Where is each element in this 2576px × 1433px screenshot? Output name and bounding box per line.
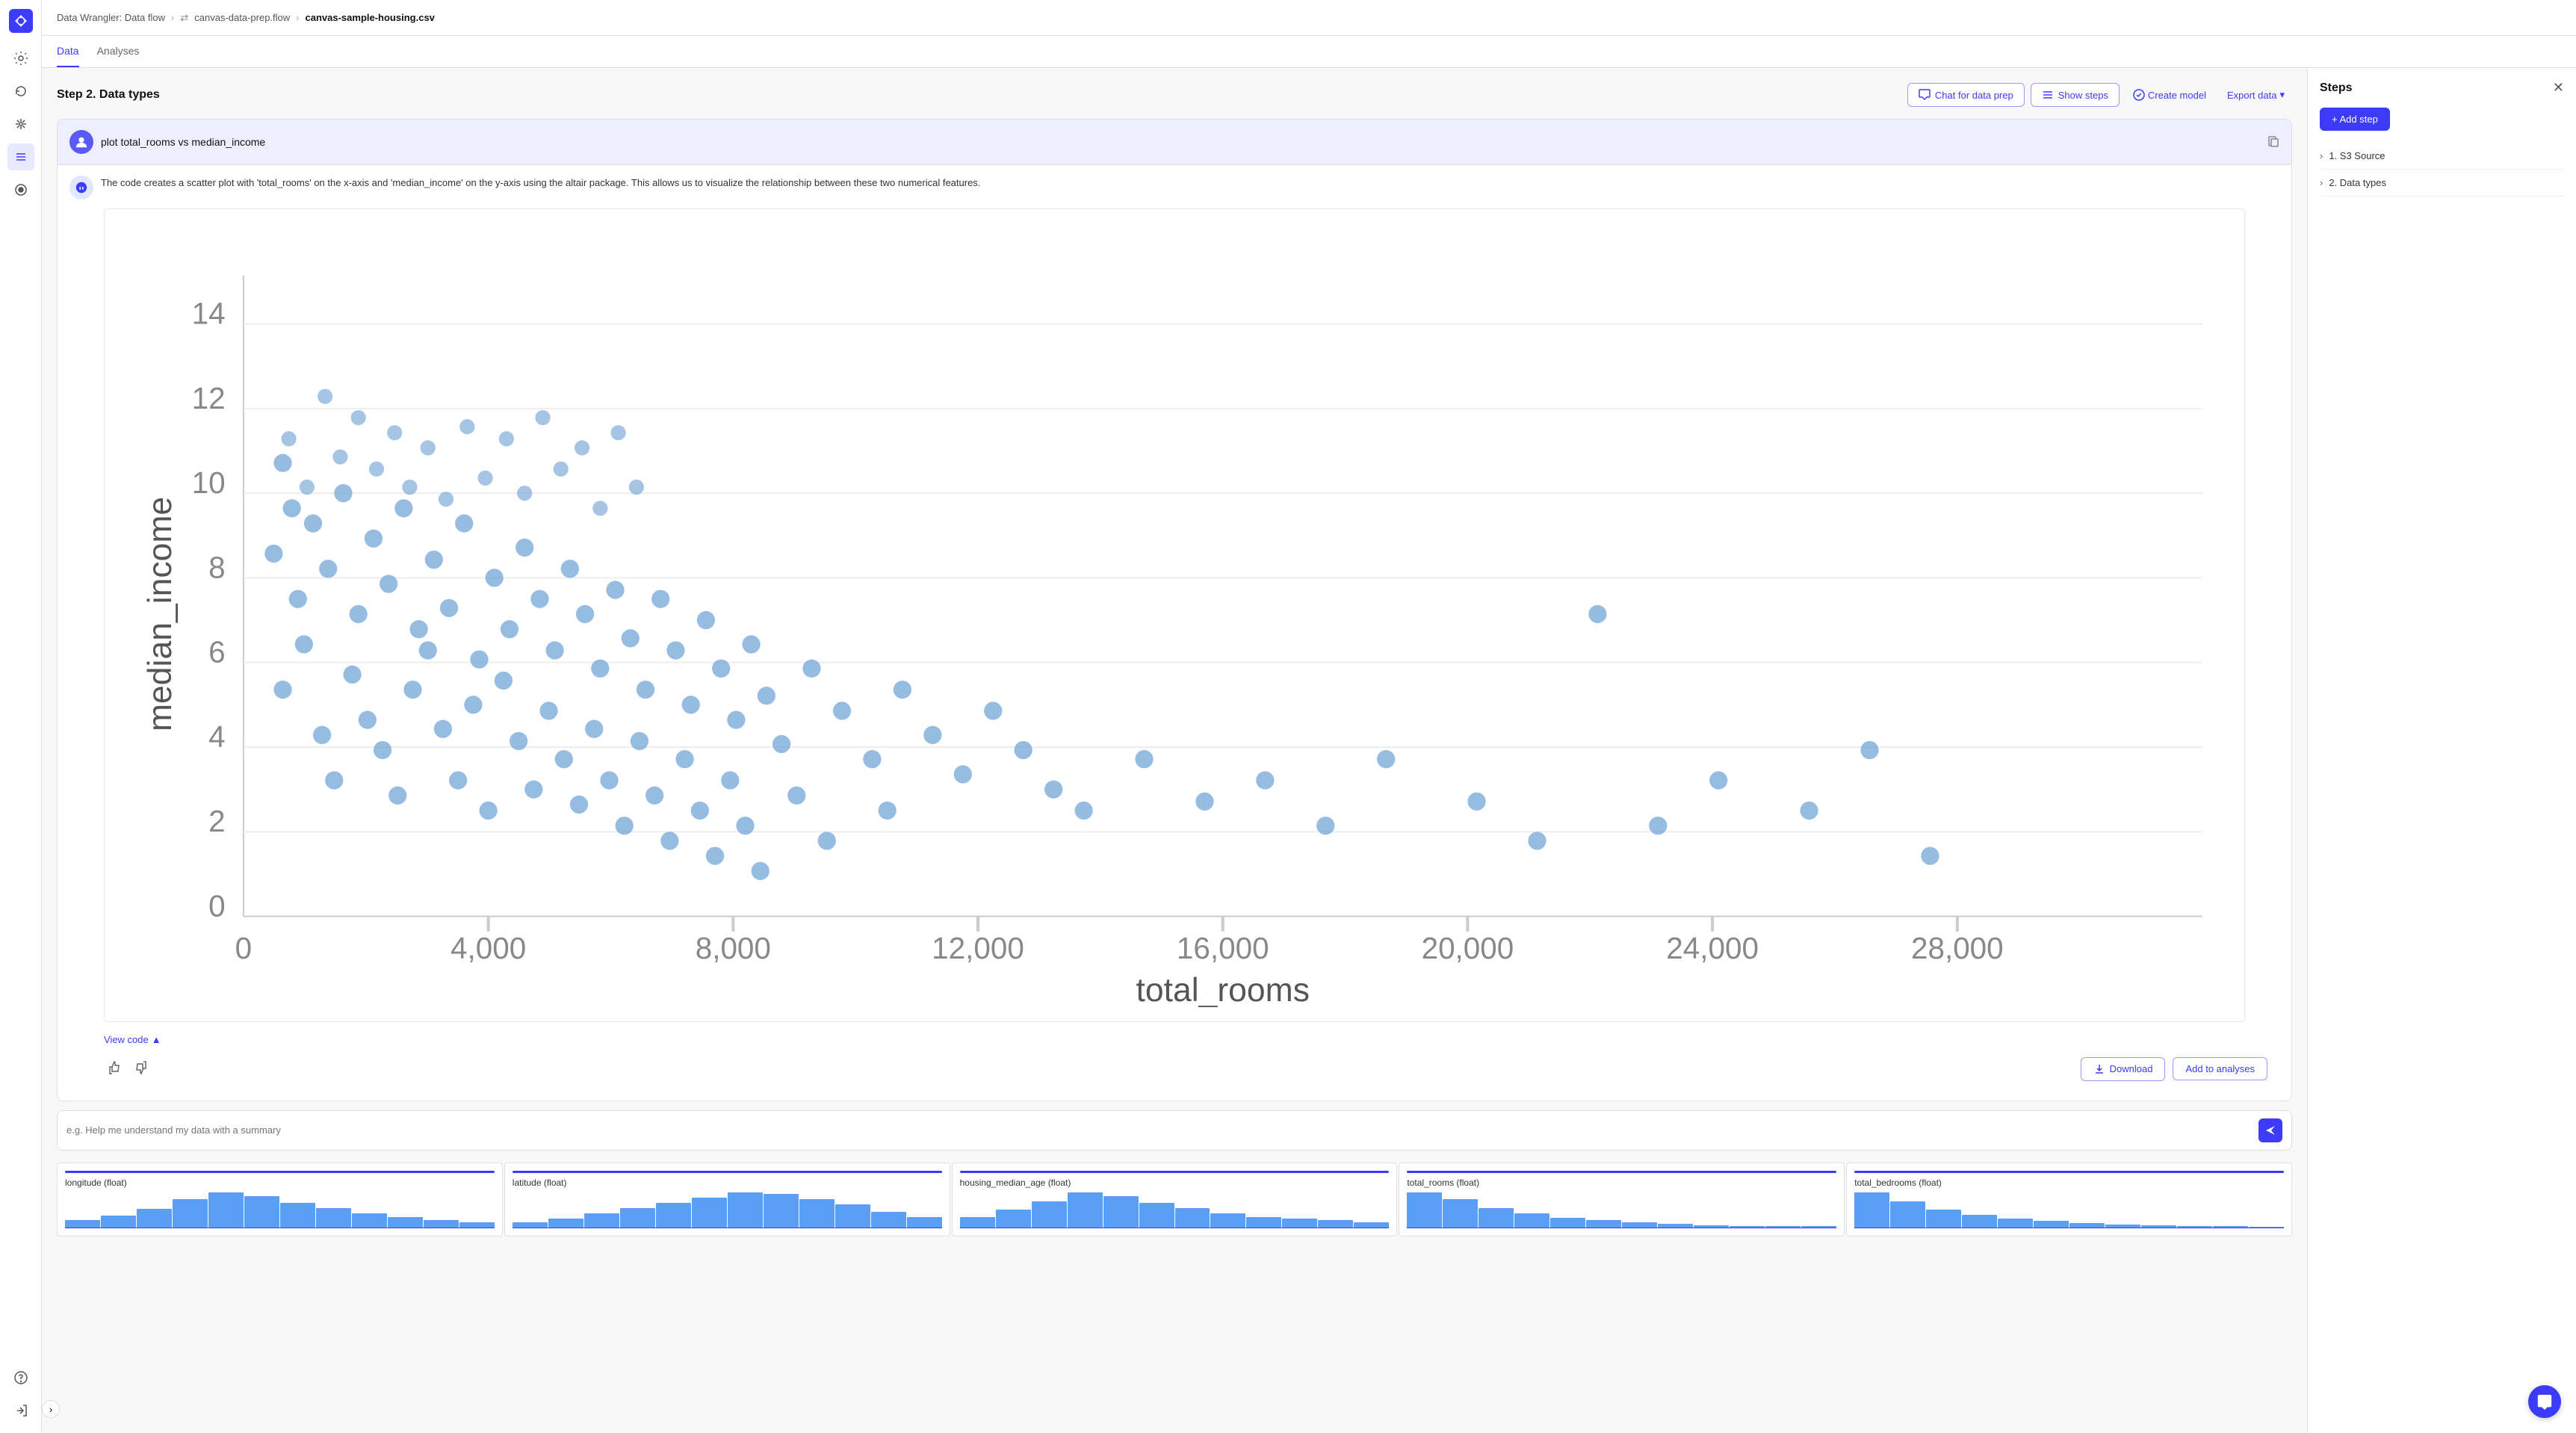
center-panel: Step 2. Data types Chat for data prep <box>42 68 2307 1433</box>
svg-text:12,000: 12,000 <box>932 931 1024 965</box>
y-axis-label: median_income <box>142 497 179 731</box>
tab-data[interactable]: Data <box>57 36 79 67</box>
data-columns: longitude (float) <box>57 1163 2292 1237</box>
scatter-plot-chart: median_income 0 2 4 6 8 10 12 14 <box>104 208 2245 1022</box>
user-message: plot total_rooms vs median_income <box>58 120 2291 165</box>
thumb-buttons <box>104 1057 152 1080</box>
svg-text:24,000: 24,000 <box>1666 931 1759 965</box>
view-code-chevron: ▲ <box>152 1034 161 1045</box>
column-total-bedrooms: total_bedrooms (float) <box>1846 1163 2292 1237</box>
send-button[interactable] <box>2258 1118 2282 1142</box>
svg-text:14: 14 <box>192 297 226 331</box>
chat-for-data-prep-button[interactable]: Chat for data prep <box>1907 83 2025 107</box>
breadcrumb: Data Wrangler: Data flow › ⇄ canvas-data… <box>42 0 2576 36</box>
chat-input-row <box>57 1110 2292 1151</box>
step-item-data-types[interactable]: › 2. Data types <box>2320 170 2564 196</box>
ai-response-text: The code creates a scatter plot with 'to… <box>101 176 980 191</box>
nav-icon-list[interactable] <box>7 143 34 170</box>
svg-text:10: 10 <box>192 465 226 500</box>
breadcrumb-part1[interactable]: Data Wrangler: Data flow <box>57 12 165 23</box>
longitude-bar-chart <box>65 1192 495 1228</box>
column-housing-median-age: housing_median_age (float) <box>952 1163 1398 1237</box>
nav-icon-toggle[interactable] <box>7 176 34 203</box>
expand-sidebar-button[interactable]: › <box>42 1400 60 1418</box>
svg-text:2: 2 <box>208 804 226 838</box>
svg-text:12: 12 <box>192 381 226 415</box>
nav-icon-help[interactable] <box>7 1364 34 1391</box>
svg-text:8: 8 <box>208 550 226 584</box>
steps-title: Steps <box>2320 81 2353 95</box>
nav-icon-refresh[interactable] <box>7 78 34 105</box>
ai-avatar <box>69 176 93 199</box>
svg-text:4: 4 <box>208 719 226 754</box>
step-title: Step 2. Data types <box>57 88 160 102</box>
step-item-s3-source[interactable]: › 1. S3 Source <box>2320 143 2564 170</box>
content-area: Step 2. Data types Chat for data prep <box>42 68 2576 1433</box>
svg-text:4,000: 4,000 <box>451 931 526 965</box>
column-longitude: longitude (float) <box>57 1163 503 1237</box>
svg-text:16,000: 16,000 <box>1177 931 1269 965</box>
svg-text:20,000: 20,000 <box>1422 931 1514 965</box>
export-data-button[interactable]: Export data ▾ <box>2220 84 2292 106</box>
steps-panel: Steps ✕ + Add step › 1. S3 Source › 2. D… <box>2307 68 2576 1433</box>
view-code-row[interactable]: View code ▲ <box>69 1028 2279 1051</box>
download-button[interactable]: Download <box>2081 1057 2166 1081</box>
view-code-label: View code <box>104 1034 149 1045</box>
add-to-analyses-button[interactable]: Add to analyses <box>2173 1057 2267 1080</box>
action-buttons: Download Add to analyses <box>2081 1057 2267 1081</box>
housing-median-age-bar-chart <box>960 1192 1390 1228</box>
user-avatar <box>69 130 93 154</box>
breadcrumb-part3: canvas-sample-housing.csv <box>306 12 435 23</box>
tab-bar: Data Analyses <box>42 36 2576 68</box>
svg-text:0: 0 <box>208 889 226 923</box>
copy-icon[interactable] <box>2267 135 2279 149</box>
breadcrumb-sep2: › <box>296 12 299 23</box>
feedback-row: Download Add to analyses <box>69 1051 2279 1090</box>
step-actions: Chat for data prep Show steps <box>1907 83 2292 107</box>
nav-icon-asterisk[interactable] <box>7 111 34 137</box>
thumbs-down-button[interactable] <box>131 1057 152 1080</box>
ai-message-header: The code creates a scatter plot with 'to… <box>69 176 2279 199</box>
flow-icon: ⇄ <box>180 12 188 24</box>
tab-analyses[interactable]: Analyses <box>97 36 140 67</box>
breadcrumb-sep1: › <box>171 12 174 23</box>
step-chevron-s3: › <box>2320 150 2323 161</box>
chart-svg: median_income 0 2 4 6 8 10 12 14 <box>117 221 2232 1007</box>
column-total-rooms: total_rooms (float) <box>1399 1163 1845 1237</box>
thumbs-up-button[interactable] <box>104 1057 125 1080</box>
total-rooms-bar-chart <box>1407 1192 1836 1228</box>
nav-icon-signout[interactable] <box>7 1397 34 1424</box>
chat-section: plot total_rooms vs median_income <box>57 119 2292 1101</box>
svg-text:28,000: 28,000 <box>1911 931 2004 965</box>
add-step-button[interactable]: + Add step <box>2320 108 2390 131</box>
total-bedrooms-bar-chart <box>1854 1192 2284 1228</box>
svg-text:6: 6 <box>208 635 226 669</box>
nav-sidebar <box>0 0 42 1433</box>
show-steps-button[interactable]: Show steps <box>2031 83 2120 107</box>
main-content: Data Wrangler: Data flow › ⇄ canvas-data… <box>42 0 2576 1433</box>
create-model-button[interactable]: Create model <box>2125 84 2214 106</box>
step-label-s3: 1. S3 Source <box>2329 150 2385 161</box>
breadcrumb-part2[interactable]: canvas-data-prep.flow <box>194 12 290 23</box>
x-axis-label: total_rooms <box>1136 972 1310 1007</box>
nav-icon-gear[interactable] <box>7 45 34 72</box>
column-latitude: latitude (float) <box>504 1163 950 1237</box>
app-logo <box>9 9 33 33</box>
step-header: Step 2. Data types Chat for data prep <box>57 83 2292 107</box>
ai-message: The code creates a scatter plot with 'to… <box>58 165 2291 1101</box>
user-message-text: plot total_rooms vs median_income <box>101 136 2260 148</box>
svg-text:8,000: 8,000 <box>696 931 771 965</box>
latitude-bar-chart <box>513 1192 942 1228</box>
close-steps-button[interactable]: ✕ <box>2553 80 2564 96</box>
step-chevron-datatypes: › <box>2320 177 2323 188</box>
svg-text:0: 0 <box>235 931 253 965</box>
chat-fab-button[interactable] <box>2528 1385 2561 1418</box>
steps-header: Steps ✕ <box>2320 80 2564 96</box>
chat-input[interactable] <box>66 1124 2253 1136</box>
step-label-datatypes: 2. Data types <box>2329 177 2386 188</box>
